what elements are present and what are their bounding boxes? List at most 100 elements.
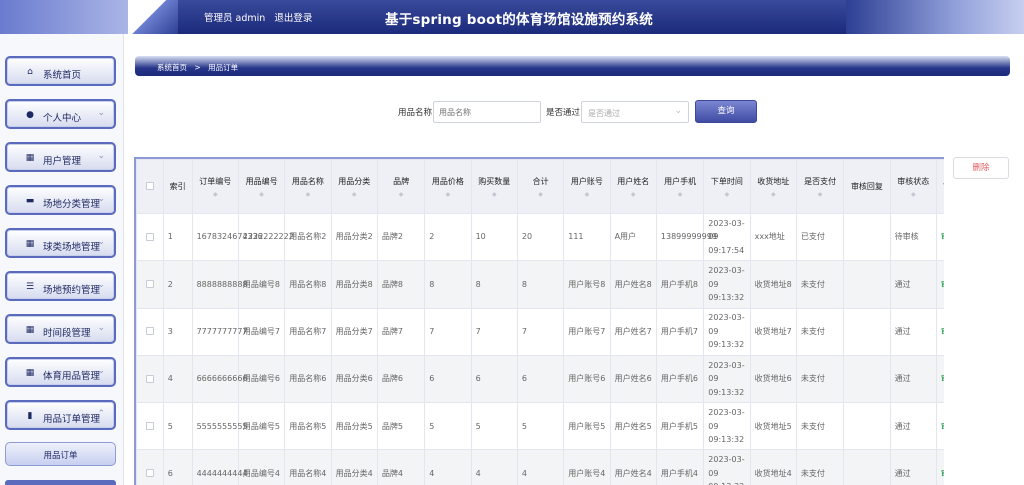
column-header: 审核	[935, 159, 944, 214]
table-row[interactable]: 3 7777777777 用品编号7 用品名称7 用品分类7 品牌7 7 7 7 用户账号7 用户姓…	[136, 307, 944, 356]
table-row[interactable]: 6 4444444444 用品编号4 用品名称4 用品分类4 品牌4 4 4 4 用户账号4 用户姓…	[136, 449, 944, 485]
cell-qty: 8	[470, 260, 518, 309]
cell-brand: 品牌6	[376, 354, 426, 404]
sort-icon: ◆	[398, 190, 404, 198]
sort-icon: ◆	[305, 190, 311, 198]
cell-action: 审核	[935, 402, 944, 451]
review-button[interactable]: 审核	[941, 280, 944, 289]
cell-action: 审核	[935, 212, 944, 262]
cell-status: 通过	[889, 307, 937, 356]
review-button[interactable]: 审核	[941, 374, 944, 383]
chevron-down-icon: ⌄	[97, 194, 105, 204]
review-button[interactable]: 审核	[941, 232, 944, 241]
column-header[interactable]: 用户姓名 ◆	[609, 159, 657, 214]
sidebar-item-sports-goods[interactable]: ▦ 体育用品管理 ⌄	[5, 357, 116, 387]
chart-icon: ▮	[27, 411, 33, 421]
cell-index: 6	[162, 449, 193, 485]
row-checkbox[interactable]	[145, 422, 154, 431]
column-header[interactable]: 用品价格 ◆	[424, 159, 472, 214]
column-header[interactable]: 审核回复	[843, 159, 891, 214]
row-select-cell	[136, 212, 164, 262]
column-header[interactable]: 索引	[162, 159, 193, 214]
column-header[interactable]: 审核状态 ◆	[889, 159, 937, 214]
table-row[interactable]: 1 1678324674336 2222222222 用品名称2 用品分类2 品牌2 2 10…	[136, 212, 944, 262]
cell-item-no: 用品编号4	[237, 449, 286, 485]
row-checkbox[interactable]	[145, 469, 154, 478]
sidebar: ⌂ 系统首页 ● 个人中心 ⌄ ▦ 用户管理 ⌄ ▬ 场地分类管理 ⌄ ▦ 球类…	[0, 34, 124, 485]
cell-index: 1	[162, 212, 193, 262]
sidebar-subitem-goods-order[interactable]: 用品订单	[5, 442, 116, 466]
cell-price: 8	[424, 260, 472, 309]
sidebar-item-label: 场地分类管理	[43, 199, 101, 210]
column-header[interactable]: 用品编号 ◆	[237, 159, 286, 214]
review-button[interactable]: 审核	[941, 327, 944, 336]
logout-link[interactable]: 退出登录	[274, 13, 312, 24]
sort-icon: ◆	[677, 190, 683, 198]
sidebar-item-users[interactable]: ▦ 用户管理 ⌄	[5, 142, 116, 172]
review-button[interactable]: 审核	[941, 469, 944, 478]
sidebar-item-goods-orders[interactable]: ▮ 用品订单管理 ⌃	[5, 400, 116, 430]
cell-time: 2023-03-09 09:13:32	[703, 307, 751, 356]
row-checkbox[interactable]	[145, 232, 154, 241]
column-header[interactable]: 订单编号 ◆	[191, 159, 239, 214]
cell-qty: 4	[470, 449, 518, 485]
cell-reply	[843, 212, 891, 262]
column-header[interactable]: 用户手机 ◆	[655, 159, 705, 214]
grid-icon: ▦	[25, 153, 35, 163]
cell-time: 2023-03-09 09:17:54	[703, 212, 751, 262]
delete-button[interactable]: 删除	[953, 157, 1009, 179]
query-button[interactable]: 查询	[695, 100, 757, 123]
paid-status-select[interactable]: 是否通过 ⌄	[581, 101, 689, 123]
cell-total: 6	[516, 354, 565, 404]
sidebar-item-ball-venue[interactable]: ▦ 球类场地管理 ⌄	[5, 228, 116, 258]
sidebar-item-venue-category[interactable]: ▬ 场地分类管理 ⌄	[5, 185, 116, 215]
cell-total: 4	[516, 449, 565, 485]
select-all-checkbox[interactable]	[145, 182, 154, 191]
column-header[interactable]: 品牌 ◆	[376, 159, 426, 214]
row-select-cell	[136, 449, 164, 485]
sidebar-item-venue-booking[interactable]: ☰ 场地预约管理 ⌄	[5, 271, 116, 301]
cell-qty: 6	[470, 354, 518, 404]
cell-brand: 品牌7	[376, 307, 426, 356]
table-header-row: 索引 订单编号 ◆ 用品编号 ◆ 用品名称 ◆ 用品分类 ◆ 品牌 ◆ 用品价格 ◆ 购买数…	[136, 159, 944, 214]
chevron-down-icon: ⌄	[97, 151, 105, 161]
column-header[interactable]: 下单时间 ◆	[703, 159, 751, 214]
chevron-down-icon: ⌄	[97, 366, 105, 376]
cell-paid: 未支付	[795, 449, 845, 485]
column-header[interactable]: 购买数量 ◆	[470, 159, 518, 214]
table-row[interactable]: 5 5555555555 用品编号5 用品名称5 用品分类5 品牌5 5 5 5 用户账号5 用户姓…	[136, 402, 944, 451]
cell-item-name: 用品名称8	[284, 260, 332, 309]
cell-reply	[843, 449, 891, 485]
table-row[interactable]: 2 8888888888 用品编号8 用品名称8 用品分类8 品牌8 8 8 8 用户账号8 用户姓…	[136, 260, 944, 309]
column-header[interactable]: 是否支付 ◆	[795, 159, 845, 214]
sidebar-item-profile[interactable]: ● 个人中心 ⌄	[5, 99, 116, 129]
row-checkbox[interactable]	[145, 280, 154, 289]
cell-category: 用品分类4	[330, 449, 378, 485]
column-header[interactable]: 合计 ◆	[516, 159, 565, 214]
cell-action: 审核	[935, 260, 944, 309]
cell-price: 4	[424, 449, 472, 485]
sort-icon: ◆	[724, 190, 730, 198]
sidebar-item-timeslot[interactable]: ▦ 时间段管理 ⌄	[5, 314, 116, 344]
column-header[interactable]: 用品分类 ◆	[330, 159, 378, 214]
column-header[interactable]: 收货地址 ◆	[749, 159, 797, 214]
chevron-down-icon: ⌄	[674, 106, 682, 116]
row-checkbox[interactable]	[145, 327, 154, 336]
column-header[interactable]: 用品名称 ◆	[284, 159, 332, 214]
row-checkbox[interactable]	[145, 374, 154, 383]
item-name-input[interactable]	[433, 101, 541, 123]
review-button[interactable]: 审核	[941, 422, 944, 431]
row-select-cell	[136, 260, 164, 309]
table-row[interactable]: 4 6666666666 用品编号6 用品名称6 用品分类6 品牌6 6 6 6 用户账号6 用户姓…	[136, 354, 944, 404]
sidebar-item-home[interactable]: ⌂ 系统首页	[5, 56, 116, 86]
column-header[interactable]: 用户账号 ◆	[563, 159, 611, 214]
breadcrumb-home[interactable]: 系统首页	[157, 63, 187, 72]
cell-category: 用品分类2	[330, 212, 378, 262]
sort-icon: ◆	[351, 190, 357, 198]
cell-phone: 用户手机6	[655, 354, 705, 404]
cell-reply	[843, 354, 891, 404]
cell-paid: 已支付	[795, 212, 845, 262]
cell-item-name: 用品名称2	[284, 212, 332, 262]
cell-brand: 品牌2	[376, 212, 426, 262]
cell-account: 用户账号5	[563, 402, 611, 451]
